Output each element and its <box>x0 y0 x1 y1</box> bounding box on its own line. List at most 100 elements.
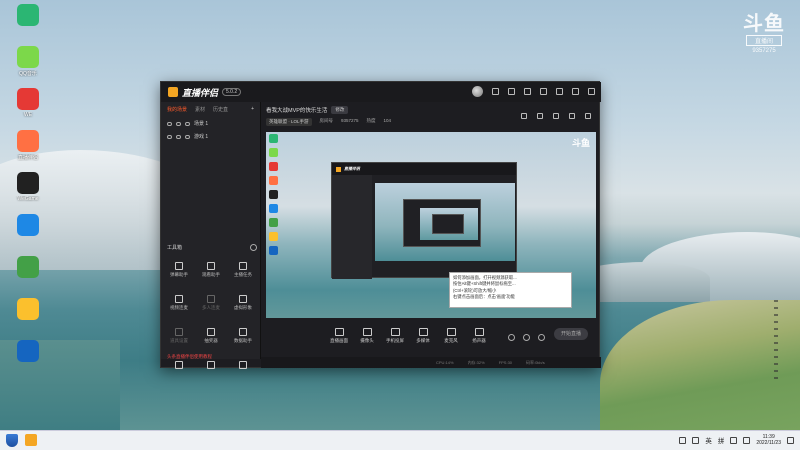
lock-icon[interactable] <box>537 113 543 119</box>
lock-icon[interactable] <box>176 121 181 126</box>
menu-icon[interactable] <box>540 88 547 95</box>
control-bar: 直播画面 摄像头 手机投屏 多媒体 麦克风 扬声器 开始直播 <box>261 322 601 352</box>
minimize-icon[interactable] <box>556 88 563 95</box>
tool-video-link[interactable]: 视频连麦 <box>164 295 194 311</box>
wallpaper-grass <box>600 300 800 430</box>
app-icon <box>17 214 39 236</box>
control-media[interactable]: 多媒体 <box>410 328 436 344</box>
chevron-up-icon[interactable] <box>679 436 687 444</box>
tool-avatar[interactable]: 虚拟形象 <box>228 295 258 311</box>
control-phone-cast[interactable]: 手机投屏 <box>382 328 408 344</box>
tool-props[interactable]: 道具设置 <box>164 328 194 344</box>
desktop-icon[interactable]: QQ音乐 <box>6 46 50 77</box>
hot-label: 热度 <box>366 118 376 123</box>
room-action-icons <box>521 113 591 119</box>
desktop-icon[interactable] <box>6 298 50 322</box>
desktop-icon[interactable] <box>6 256 50 280</box>
scene-item[interactable]: 场景 1 <box>161 117 260 130</box>
scene-item[interactable]: 游戏 1 <box>161 130 260 143</box>
task-icon <box>239 262 247 270</box>
gift-icon[interactable] <box>508 88 515 95</box>
version-badge[interactable]: 5.0.2 <box>222 88 242 96</box>
tool-item[interactable] <box>196 361 226 371</box>
scene-label: 场景 1 <box>194 121 209 127</box>
avatar[interactable] <box>472 86 483 97</box>
notification-icon[interactable] <box>787 436 794 444</box>
maximize-icon[interactable] <box>572 88 579 95</box>
input-language[interactable]: 英 <box>705 435 712 445</box>
tab-materials[interactable]: 素材 <box>195 106 205 113</box>
tool-icon <box>207 361 215 369</box>
danmu-icon <box>175 262 183 270</box>
tutorial-link[interactable]: 头条直播伴侣使用教程 <box>161 354 261 360</box>
cpu-status: CPU:14% <box>436 360 454 365</box>
tool-task[interactable]: 主播任务 <box>228 262 258 278</box>
edit-title-button[interactable]: 修改 <box>331 106 349 114</box>
close-toolbox-icon[interactable] <box>250 244 257 251</box>
start-live-button[interactable]: 开始直播 <box>554 328 588 340</box>
tool-item[interactable] <box>164 361 194 371</box>
tray-app-icon[interactable] <box>692 436 700 444</box>
volume-icon[interactable] <box>743 436 751 444</box>
input-method[interactable]: 拼 <box>718 435 725 445</box>
stream-preview[interactable]: 斗鱼 直播伴侣 如何添加画面，打开视频源获取... 按住Alt键+Shift键并… <box>266 132 596 318</box>
bell-icon[interactable] <box>569 113 575 119</box>
control-screen[interactable]: 直播画面 <box>326 328 352 344</box>
tool-item[interactable] <box>228 361 258 371</box>
memory-status: 内存:32% <box>467 359 485 365</box>
desktop-icon[interactable]: WeGame <box>6 172 50 202</box>
share-icon[interactable] <box>585 113 591 119</box>
control-camera[interactable]: 摄像头 <box>354 328 380 344</box>
category-selector[interactable]: 英雄联盟 · LOL手游 <box>266 118 312 126</box>
app-logo-icon <box>168 87 178 97</box>
taskbar: 英 拼 11:39 2022/11/23 <box>0 430 800 450</box>
microphone-icon <box>446 328 456 336</box>
preview-watermark: 斗鱼 <box>571 139 590 149</box>
gift-icon[interactable] <box>521 113 527 119</box>
skin-icon[interactable] <box>524 88 531 95</box>
tool-data[interactable]: 数据助手 <box>228 328 258 344</box>
record-icon[interactable] <box>508 334 515 341</box>
app-icon <box>17 88 39 110</box>
tab-history[interactable]: 历史直 <box>213 106 228 113</box>
fps-status: FPS:30 <box>498 360 513 365</box>
eye-icon[interactable] <box>167 121 172 126</box>
tool-danmu[interactable]: 弹幕助手 <box>164 262 194 278</box>
eye-icon[interactable] <box>167 134 172 139</box>
desktop-icon[interactable] <box>6 214 50 238</box>
app-logo-icon <box>336 166 341 172</box>
shop-icon[interactable] <box>553 113 559 119</box>
desktop-icon[interactable] <box>6 4 50 28</box>
tool-multi-link[interactable]: 多人连麦 <box>196 295 226 311</box>
app-title: 直播伴侣 <box>182 87 219 98</box>
phone-icon <box>390 328 400 336</box>
desktop-icon[interactable]: WE <box>6 88 50 118</box>
app-icon <box>17 130 39 152</box>
message-icon[interactable] <box>492 88 499 95</box>
app-icon <box>17 4 39 26</box>
chart-icon <box>239 328 247 336</box>
control-microphone[interactable]: 麦克风 <box>438 328 464 344</box>
clock[interactable]: 11:39 2022/11/23 <box>756 434 781 446</box>
security-icon[interactable] <box>6 434 18 447</box>
preview-desktop-icons <box>269 134 283 260</box>
tab-my-scenes[interactable]: 我的场景 <box>167 106 187 113</box>
wifi-icon[interactable] <box>730 436 738 444</box>
desktop-icon[interactable] <box>6 340 50 364</box>
tool-viewer[interactable]: 观看助手 <box>196 262 226 278</box>
add-scene-icon[interactable]: + <box>251 106 254 113</box>
tool-lottery[interactable]: 抽奖器 <box>196 328 226 344</box>
close-icon[interactable] <box>588 88 595 95</box>
taskbar-app-icon[interactable] <box>25 434 37 446</box>
room-title: 看我大战MVP的快乐生活 <box>266 108 328 114</box>
filter-icon[interactable] <box>523 334 530 341</box>
watermark-room-id: 9357275 <box>752 48 776 54</box>
room-number: 9357275 <box>341 118 359 123</box>
media-icon <box>418 328 428 336</box>
nested-app-window <box>432 214 464 234</box>
desktop-icon[interactable]: 直播伴侣 <box>6 130 50 161</box>
settings-icon[interactable] <box>538 334 545 341</box>
multi-user-icon <box>207 295 215 303</box>
lock-icon[interactable] <box>176 134 181 139</box>
control-speaker[interactable]: 扬声器 <box>466 328 492 344</box>
